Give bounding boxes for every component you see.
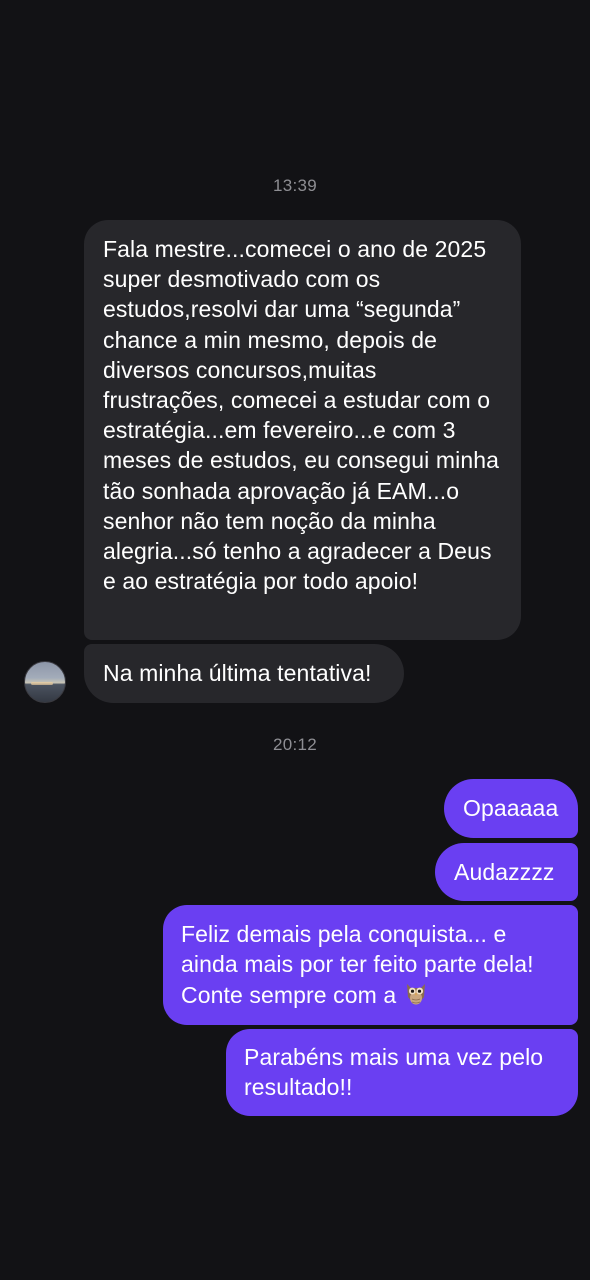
outgoing-message-bubble[interactable]: Opaaaaa (444, 779, 578, 838)
timestamp: 20:12 (272, 735, 318, 754)
timestamp: 13:39 (272, 176, 318, 195)
contact-avatar[interactable] (24, 661, 66, 703)
outgoing-message-bubble[interactable]: Parabéns mais uma vez pelo resultado!! (226, 1029, 578, 1116)
outgoing-message-bubble[interactable]: Audazzzz (435, 843, 578, 901)
outgoing-message-bubble[interactable]: Feliz demais pela conquista... e ainda m… (163, 905, 578, 1025)
outgoing-message-text: Feliz demais pela conquista... e ainda m… (181, 921, 534, 1009)
incoming-message-bubble[interactable]: Fala mestre...comecei o ano de 2025 supe… (84, 220, 521, 640)
owl-emoji-icon (407, 984, 426, 1005)
incoming-message-bubble[interactable]: Na minha última tentativa! (84, 644, 404, 703)
